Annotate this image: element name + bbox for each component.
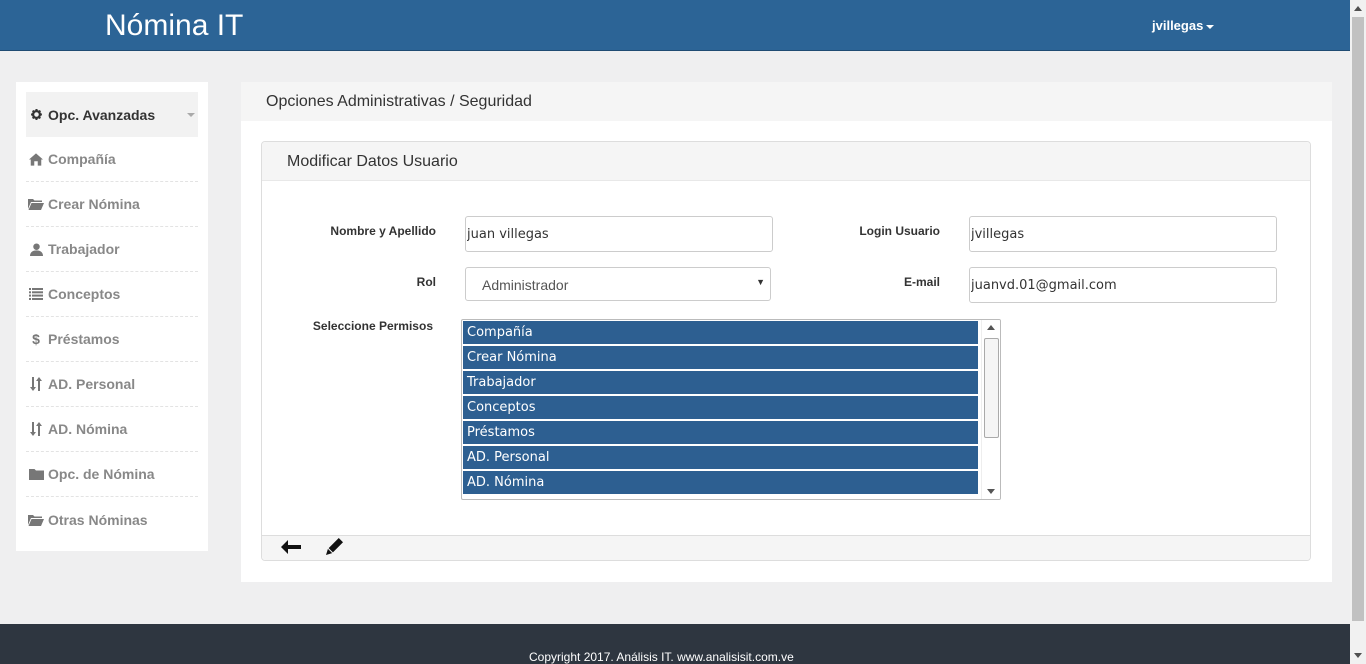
permission-option[interactable]: AD. Nómina [463, 471, 978, 494]
top-navbar: Nómina IT jvillegas [0, 0, 1350, 51]
sidebar-item-label: Trabajador [48, 241, 120, 257]
role-select[interactable]: Administrador ▼ [465, 267, 771, 301]
pencil-icon [325, 538, 343, 560]
sidebar-item-opc-avanzadas[interactable]: Opc. Avanzadas [26, 92, 198, 137]
scroll-down-icon[interactable] [1354, 653, 1362, 658]
sidebar-item-label: Opc. de Nómina [48, 466, 155, 482]
sidebar-item-label: Otras Nóminas [48, 511, 148, 528]
sidebar-item-label: Crear Nómina [48, 196, 140, 212]
main-panel: Opciones Administrativas / Seguridad Mod… [241, 82, 1332, 582]
sidebar-item-ad-personal[interactable]: AD. Personal [26, 362, 198, 407]
sidebar-item-opc-de-nomina[interactable]: Opc. de Nómina [26, 452, 198, 497]
page-footer: Copyright 2017. Análisis IT. www.analisi… [0, 624, 1350, 664]
login-field[interactable] [969, 216, 1277, 252]
sort-icon [28, 422, 44, 436]
edit-user-panel: Modificar Datos Usuario Nombre y Apellid… [261, 141, 1311, 561]
listbox-scrollbar[interactable] [981, 320, 1000, 499]
sidebar-item-conceptos[interactable]: Conceptos [26, 272, 198, 317]
gear-icon [28, 108, 44, 121]
role-selected-value: Administrador [482, 277, 569, 293]
scroll-up-icon[interactable] [1354, 6, 1362, 11]
permission-option[interactable]: Préstamos [463, 421, 978, 444]
permission-option[interactable]: Compañía [463, 321, 978, 344]
permission-option[interactable]: AD. Personal [463, 446, 978, 469]
sidebar-item-label: Compañía [48, 151, 116, 167]
back-button[interactable] [280, 539, 302, 559]
sort-icon [28, 377, 44, 391]
permission-option[interactable]: Conceptos [463, 396, 978, 419]
chevron-down-icon [187, 113, 195, 117]
scroll-down-icon[interactable] [987, 489, 995, 494]
permissions-listbox[interactable]: Compañía Crear Nómina Trabajador Concept… [461, 319, 1001, 500]
panel-title: Modificar Datos Usuario [287, 153, 458, 170]
username-label: jvillegas [1152, 18, 1204, 33]
sidebar-item-crear-nomina[interactable]: Crear Nómina [26, 182, 198, 227]
permission-option[interactable]: Crear Nómina [463, 346, 978, 369]
folder-open-icon [28, 198, 44, 210]
scrollbar-thumb[interactable] [1352, 17, 1364, 621]
sidebar: Opc. Avanzadas Compañía Crear Nómina Tra… [16, 82, 208, 551]
copyright-text: Copyright 2017. Análisis IT. www.analisi… [529, 650, 794, 664]
permission-option[interactable]: Trabajador [463, 371, 978, 394]
sidebar-item-label: Préstamos [48, 331, 120, 347]
page-scrollbar[interactable] [1350, 0, 1366, 664]
folder-icon [28, 468, 44, 480]
sidebar-item-ad-nomina[interactable]: AD. Nómina [26, 407, 198, 452]
email-label: E-mail [903, 275, 940, 289]
login-label: Login Usuario [859, 224, 940, 238]
sidebar-item-label: Opc. Avanzadas [48, 106, 156, 123]
dollar-icon: $ [32, 331, 40, 347]
email-field[interactable] [969, 267, 1277, 303]
user-icon [28, 242, 44, 256]
select-arrow-icon: ▼ [756, 277, 765, 287]
listbox-scroll-thumb[interactable] [984, 338, 999, 438]
user-menu-toggle[interactable]: jvillegas [1152, 18, 1215, 33]
name-field[interactable] [465, 216, 773, 252]
role-label: Rol [416, 275, 436, 289]
app-title[interactable]: Nómina IT [105, 9, 243, 43]
arrow-left-icon [281, 539, 301, 559]
home-icon [28, 152, 44, 166]
permissions-label: Seleccione Permisos [312, 319, 433, 333]
sidebar-item-label: Conceptos [48, 286, 121, 302]
name-label: Nombre y Apellido [330, 224, 436, 238]
sidebar-item-compania[interactable]: Compañía [26, 137, 198, 182]
sidebar-item-label: AD. Personal [48, 376, 136, 392]
scroll-up-icon[interactable] [987, 325, 995, 330]
list-icon [28, 288, 44, 300]
breadcrumb-header: Opciones Administrativas / Seguridad [241, 82, 1332, 121]
sidebar-item-prestamos[interactable]: $ Préstamos [26, 317, 198, 362]
breadcrumb: Opciones Administrativas / Seguridad [266, 93, 532, 110]
edit-button[interactable] [323, 538, 345, 560]
sidebar-item-otras-nominas[interactable]: Otras Nóminas [26, 497, 198, 542]
folder-open-icon [28, 514, 44, 526]
sidebar-item-label: AD. Nómina [48, 421, 128, 437]
caret-down-icon [1206, 24, 1215, 29]
panel-header: Modificar Datos Usuario [262, 142, 1310, 181]
sidebar-item-trabajador[interactable]: Trabajador [26, 227, 198, 272]
panel-footer [262, 535, 1310, 560]
